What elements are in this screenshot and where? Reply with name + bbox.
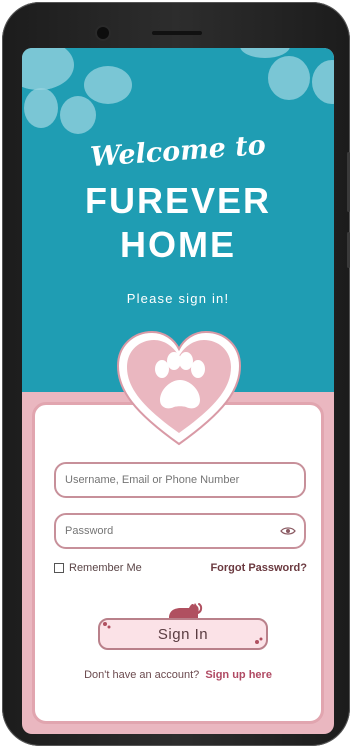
paw-print-decoration (312, 60, 334, 104)
remember-me-toggle[interactable]: Remember Me (54, 562, 142, 574)
remember-me-label: Remember Me (69, 562, 142, 574)
eye-icon[interactable] (280, 526, 296, 536)
paw-dots-decoration (103, 622, 111, 629)
username-input[interactable] (54, 462, 306, 498)
sign-in-button[interactable]: Sign In (98, 618, 268, 650)
forgot-password-link[interactable]: Forgot Password? (210, 562, 307, 574)
app-screen: Welcome to FUREVER HOME Please sign in! (22, 48, 334, 734)
power-button (347, 232, 350, 268)
paw-print-decoration (268, 56, 310, 100)
app-title-line1: FUREVER (84, 180, 272, 221)
paw-print-decoration (84, 66, 132, 104)
paw-print-decoration (22, 48, 74, 90)
remember-me-checkbox[interactable] (54, 563, 64, 573)
page-subtitle: Please sign in! (126, 291, 230, 306)
signup-prompt: Don't have an account? Sign up here (22, 669, 334, 681)
no-account-text: Don't have an account? (84, 669, 200, 681)
front-camera (97, 27, 109, 39)
paw-dots-decoration (255, 637, 263, 644)
welcome-text: Welcome to (89, 129, 267, 174)
password-input[interactable] (54, 513, 306, 549)
phone-frame: Welcome to FUREVER HOME Please sign in! (2, 2, 350, 746)
paw-print-decoration (24, 88, 58, 128)
earpiece-speaker (152, 31, 202, 35)
paw-print-decoration (60, 96, 96, 134)
cat-icon (169, 603, 203, 618)
heart-paw-logo (116, 330, 242, 446)
volume-button (347, 152, 350, 212)
sign-up-link[interactable]: Sign up here (205, 669, 272, 681)
app-title-line2: HOME (120, 224, 236, 265)
